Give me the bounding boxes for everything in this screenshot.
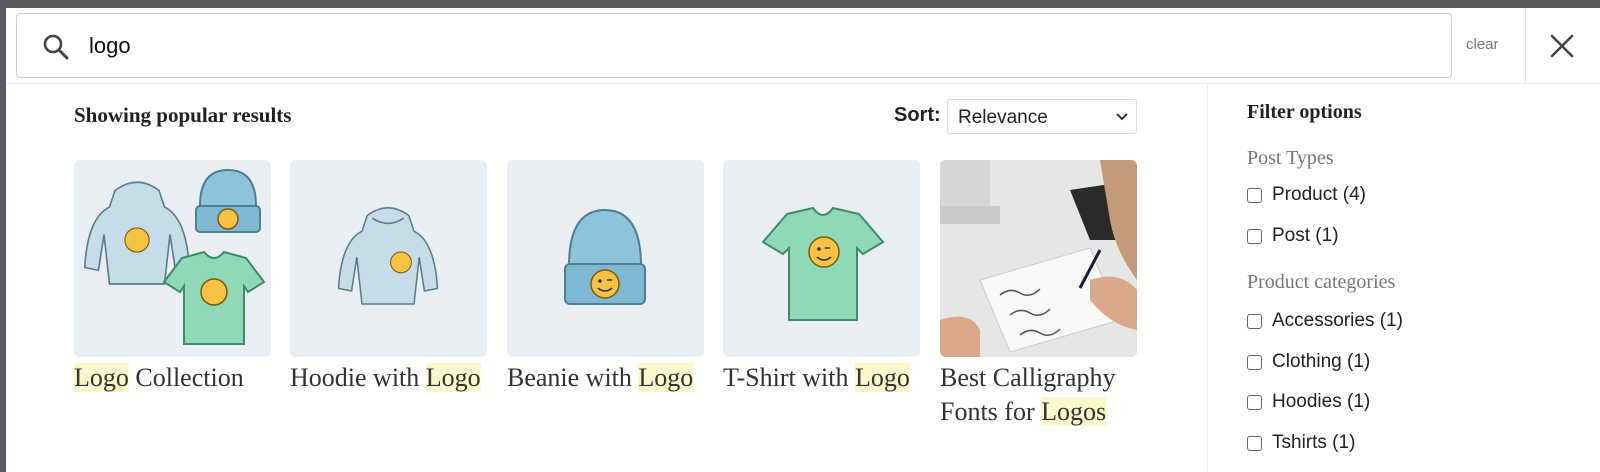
product-image[interactable] — [507, 160, 704, 357]
result-card[interactable]: Best Calligraphy Fonts for Logos — [940, 160, 1137, 429]
product-image[interactable] — [723, 160, 920, 357]
title-text: Collection — [128, 363, 244, 392]
divider — [6, 83, 1600, 84]
search-bar — [16, 13, 1452, 78]
checkbox[interactable] — [1247, 435, 1262, 451]
checkbox[interactable] — [1247, 313, 1262, 329]
result-card[interactable]: T-Shirt with Logo — [723, 160, 920, 395]
filter-option-label: Post (1) — [1272, 225, 1339, 246]
divider — [1525, 8, 1526, 83]
title-text: Beanie with — [507, 363, 639, 392]
search-icon[interactable] — [41, 32, 71, 62]
filter-option-label: Tshirts (1) — [1272, 432, 1356, 453]
result-card[interactable]: Hoodie with Logo — [290, 160, 487, 395]
filter-option-post[interactable]: Post (1) — [1247, 224, 1339, 248]
result-title[interactable]: T-Shirt with Logo — [723, 361, 920, 395]
product-image[interactable] — [74, 160, 271, 357]
match-highlight: Logo — [638, 363, 694, 392]
filter-group-title: Product categories — [1247, 271, 1396, 293]
title-text: T-Shirt with — [723, 363, 855, 392]
sort-label: Sort: — [894, 104, 941, 126]
match-highlight: Logo — [74, 363, 129, 392]
result-title[interactable]: Best Calligraphy Fonts for Logos — [940, 361, 1137, 429]
clear-button[interactable]: clear — [1466, 36, 1499, 53]
filter-option-hoodies[interactable]: Hoodies (1) — [1247, 390, 1370, 414]
checkbox[interactable] — [1247, 228, 1262, 244]
filter-title: Filter options — [1247, 101, 1362, 123]
results-heading: Showing popular results — [74, 103, 292, 127]
filter-option-label: Product (4) — [1272, 184, 1366, 205]
checkbox[interactable] — [1247, 187, 1262, 203]
filter-option-label: Hoodies (1) — [1272, 391, 1371, 412]
post-image[interactable] — [940, 160, 1137, 357]
filter-group-title: Post Types — [1247, 147, 1334, 169]
search-input[interactable] — [89, 28, 1409, 64]
match-highlight: Logo — [854, 363, 910, 392]
result-title[interactable]: Beanie with Logo — [507, 361, 704, 395]
sort-selected-value: Relevance — [958, 107, 1048, 128]
sidebar-divider — [1207, 84, 1208, 472]
sort-select[interactable]: Relevance — [947, 99, 1137, 134]
result-title[interactable]: Logo Collection — [74, 361, 271, 395]
result-title[interactable]: Hoodie with Logo — [290, 361, 487, 395]
filter-option-accessories[interactable]: Accessories (1) — [1247, 309, 1403, 333]
chevron-down-icon — [1116, 113, 1128, 121]
title-text: Hoodie with — [290, 363, 426, 392]
checkbox[interactable] — [1247, 394, 1262, 410]
filter-option-product[interactable]: Product (4) — [1247, 183, 1366, 207]
filter-option-label: Clothing (1) — [1272, 351, 1371, 372]
match-highlight: Logos — [1041, 397, 1107, 426]
checkbox[interactable] — [1247, 354, 1262, 370]
close-icon[interactable] — [1544, 28, 1580, 64]
match-highlight: Logo — [425, 363, 481, 392]
result-card[interactable]: Logo Collection — [74, 160, 271, 395]
product-image[interactable] — [290, 160, 487, 357]
filter-option-label: Accessories (1) — [1272, 310, 1403, 331]
filter-option-tshirts[interactable]: Tshirts (1) — [1247, 431, 1355, 455]
result-card[interactable]: Beanie with Logo — [507, 160, 704, 395]
filter-option-clothing[interactable]: Clothing (1) — [1247, 350, 1370, 374]
